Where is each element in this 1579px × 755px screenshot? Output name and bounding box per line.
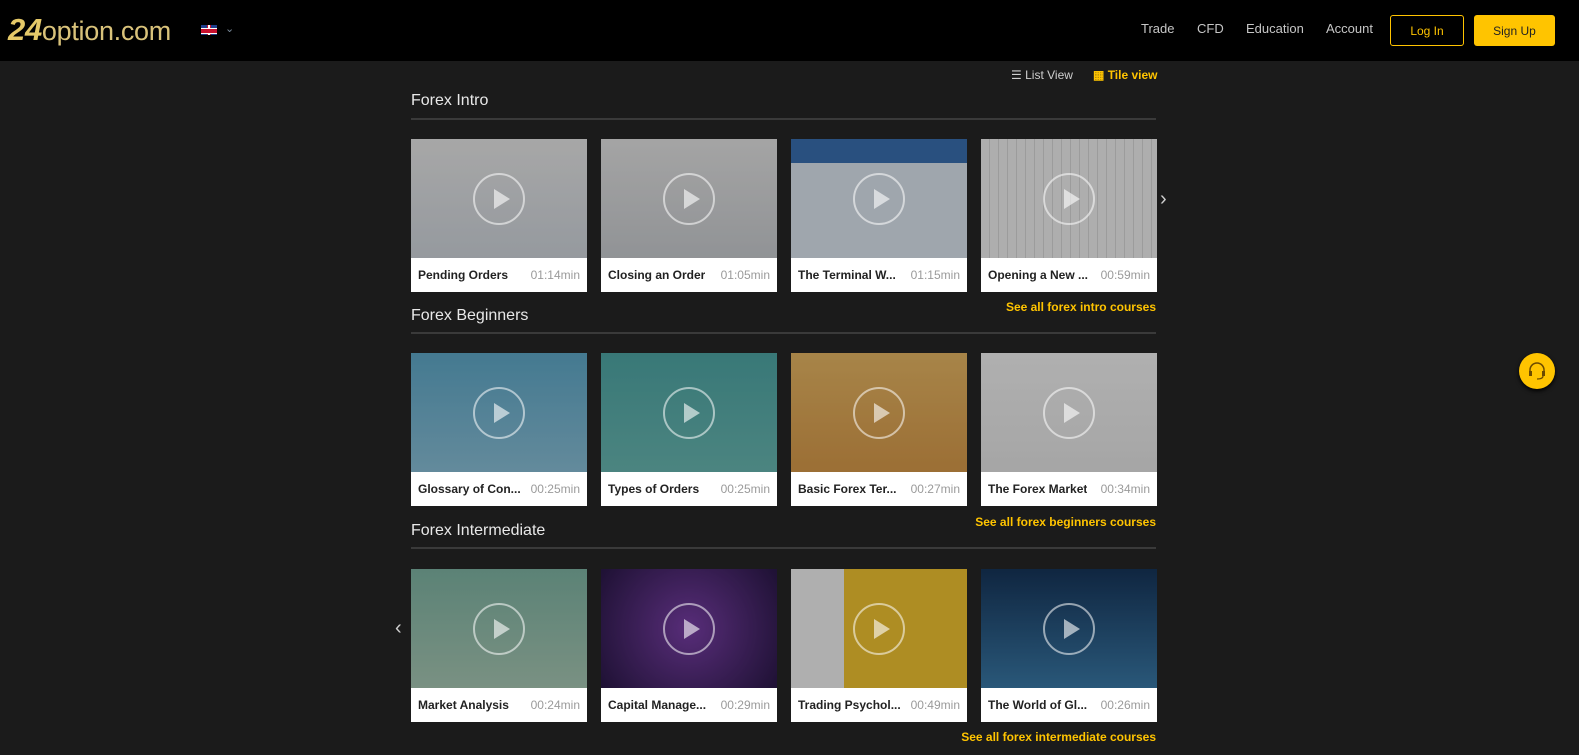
course-title: The Forex Market (988, 482, 1088, 496)
course-thumbnail (411, 353, 587, 472)
course-duration: 00:25min (530, 482, 580, 496)
course-card[interactable]: Pending Orders 01:14min (411, 139, 587, 292)
course-title: Trading Psychol... (798, 698, 901, 712)
nav-cfd[interactable]: CFD (1197, 21, 1224, 36)
course-duration: 00:34min (1100, 482, 1150, 496)
course-label: The World of Gl... 00:26min (981, 688, 1157, 722)
course-card[interactable]: Capital Manage... 00:29min (601, 569, 777, 722)
section-title: Forex Beginners (411, 307, 529, 324)
play-icon (1043, 173, 1095, 225)
course-thumbnail (981, 353, 1157, 472)
play-icon (473, 387, 525, 439)
course-duration: 00:25min (720, 482, 770, 496)
course-duration: 01:14min (530, 268, 580, 282)
play-icon (473, 173, 525, 225)
course-card[interactable]: The Forex Market 00:34min (981, 353, 1157, 506)
nav-account[interactable]: Account (1326, 21, 1373, 36)
support-headset-button[interactable] (1519, 353, 1555, 389)
course-label: Types of Orders 00:25min (601, 472, 777, 506)
login-button[interactable]: Log In (1390, 15, 1464, 46)
course-thumbnail (791, 139, 967, 258)
section-title: Forex Intro (411, 92, 489, 109)
course-label: Capital Manage... 00:29min (601, 688, 777, 722)
course-title: Opening a New ... (988, 268, 1089, 282)
divider (411, 118, 1156, 120)
nav-trade[interactable]: Trade (1141, 21, 1174, 36)
play-icon (853, 387, 905, 439)
course-title: Pending Orders (418, 268, 509, 282)
nav-education[interactable]: Education (1246, 21, 1304, 36)
play-icon (853, 603, 905, 655)
course-card[interactable]: The World of Gl... 00:26min (981, 569, 1157, 722)
divider (411, 547, 1156, 549)
course-card[interactable]: Basic Forex Ter... 00:27min (791, 353, 967, 506)
course-label: Pending Orders 01:14min (411, 258, 587, 292)
divider (411, 332, 1156, 334)
headset-icon (1529, 362, 1545, 380)
course-title: Market Analysis (418, 698, 509, 712)
play-icon (1043, 387, 1095, 439)
course-duration: 00:24min (530, 698, 580, 712)
course-label: Basic Forex Ter... 00:27min (791, 472, 967, 506)
course-title: The Terminal W... (798, 268, 896, 282)
course-duration: 00:59min (1100, 268, 1150, 282)
course-card[interactable]: Glossary of Con... 00:25min (411, 353, 587, 506)
course-thumbnail (601, 353, 777, 472)
course-card[interactable]: Trading Psychol... 00:49min (791, 569, 967, 722)
see-all-link[interactable]: See all forex beginners courses (975, 515, 1156, 529)
course-title: Glossary of Con... (418, 482, 521, 496)
course-title: Types of Orders (608, 482, 700, 496)
course-thumbnail (411, 569, 587, 688)
course-thumbnail (791, 353, 967, 472)
course-card[interactable]: Closing an Order 01:05min (601, 139, 777, 292)
logo[interactable]: 24option.com (8, 12, 171, 48)
course-label: The Forex Market 00:34min (981, 472, 1157, 506)
course-label: Glossary of Con... 00:25min (411, 472, 587, 506)
course-thumbnail (791, 569, 967, 688)
signup-button[interactable]: Sign Up (1474, 15, 1555, 46)
course-duration: 00:27min (910, 482, 960, 496)
course-thumbnail (601, 139, 777, 258)
course-label: Market Analysis 00:24min (411, 688, 587, 722)
course-label: Opening a New ... 00:59min (981, 258, 1157, 292)
list-icon: ☰ (1011, 68, 1022, 82)
course-title: Basic Forex Ter... (798, 482, 897, 496)
course-duration: 00:26min (1100, 698, 1150, 712)
course-label: Trading Psychol... 00:49min (791, 688, 967, 722)
chevron-down-icon[interactable]: ⌄ (225, 22, 234, 35)
play-icon (663, 603, 715, 655)
course-duration: 01:05min (720, 268, 770, 282)
carousel-prev-arrow[interactable]: ‹ (395, 617, 402, 640)
course-title: Capital Manage... (608, 698, 707, 712)
course-thumbnail (981, 569, 1157, 688)
section-title: Forex Intermediate (411, 522, 546, 539)
course-duration: 00:29min (720, 698, 770, 712)
course-duration: 01:15min (910, 268, 960, 282)
course-label: The Terminal W... 01:15min (791, 258, 967, 292)
see-all-link[interactable]: See all forex intermediate courses (961, 730, 1156, 744)
course-title: Closing an Order (608, 268, 706, 282)
carousel-next-arrow[interactable]: › (1160, 188, 1167, 211)
see-all-link[interactable]: See all forex intro courses (1006, 300, 1156, 314)
course-duration: 00:49min (910, 698, 960, 712)
course-thumbnail (601, 569, 777, 688)
list-view-toggle[interactable]: ☰ List View (1011, 68, 1073, 82)
course-thumbnail (411, 139, 587, 258)
course-card[interactable]: Market Analysis 00:24min (411, 569, 587, 722)
header: 24option.com ⌄ Trade CFD Education Accou… (0, 0, 1579, 61)
play-icon (663, 173, 715, 225)
grid-icon: ▦ (1093, 68, 1105, 82)
tile-view-toggle[interactable]: ▦ Tile view (1093, 68, 1158, 82)
course-card[interactable]: The Terminal W... 01:15min (791, 139, 967, 292)
course-label: Closing an Order 01:05min (601, 258, 777, 292)
uk-flag-icon[interactable] (201, 25, 217, 35)
play-icon (853, 173, 905, 225)
course-title: The World of Gl... (988, 698, 1088, 712)
play-icon (473, 603, 525, 655)
play-icon (1043, 603, 1095, 655)
play-icon (663, 387, 715, 439)
course-card[interactable]: Opening a New ... 00:59min (981, 139, 1157, 292)
course-thumbnail (981, 139, 1157, 258)
course-card[interactable]: Types of Orders 00:25min (601, 353, 777, 506)
